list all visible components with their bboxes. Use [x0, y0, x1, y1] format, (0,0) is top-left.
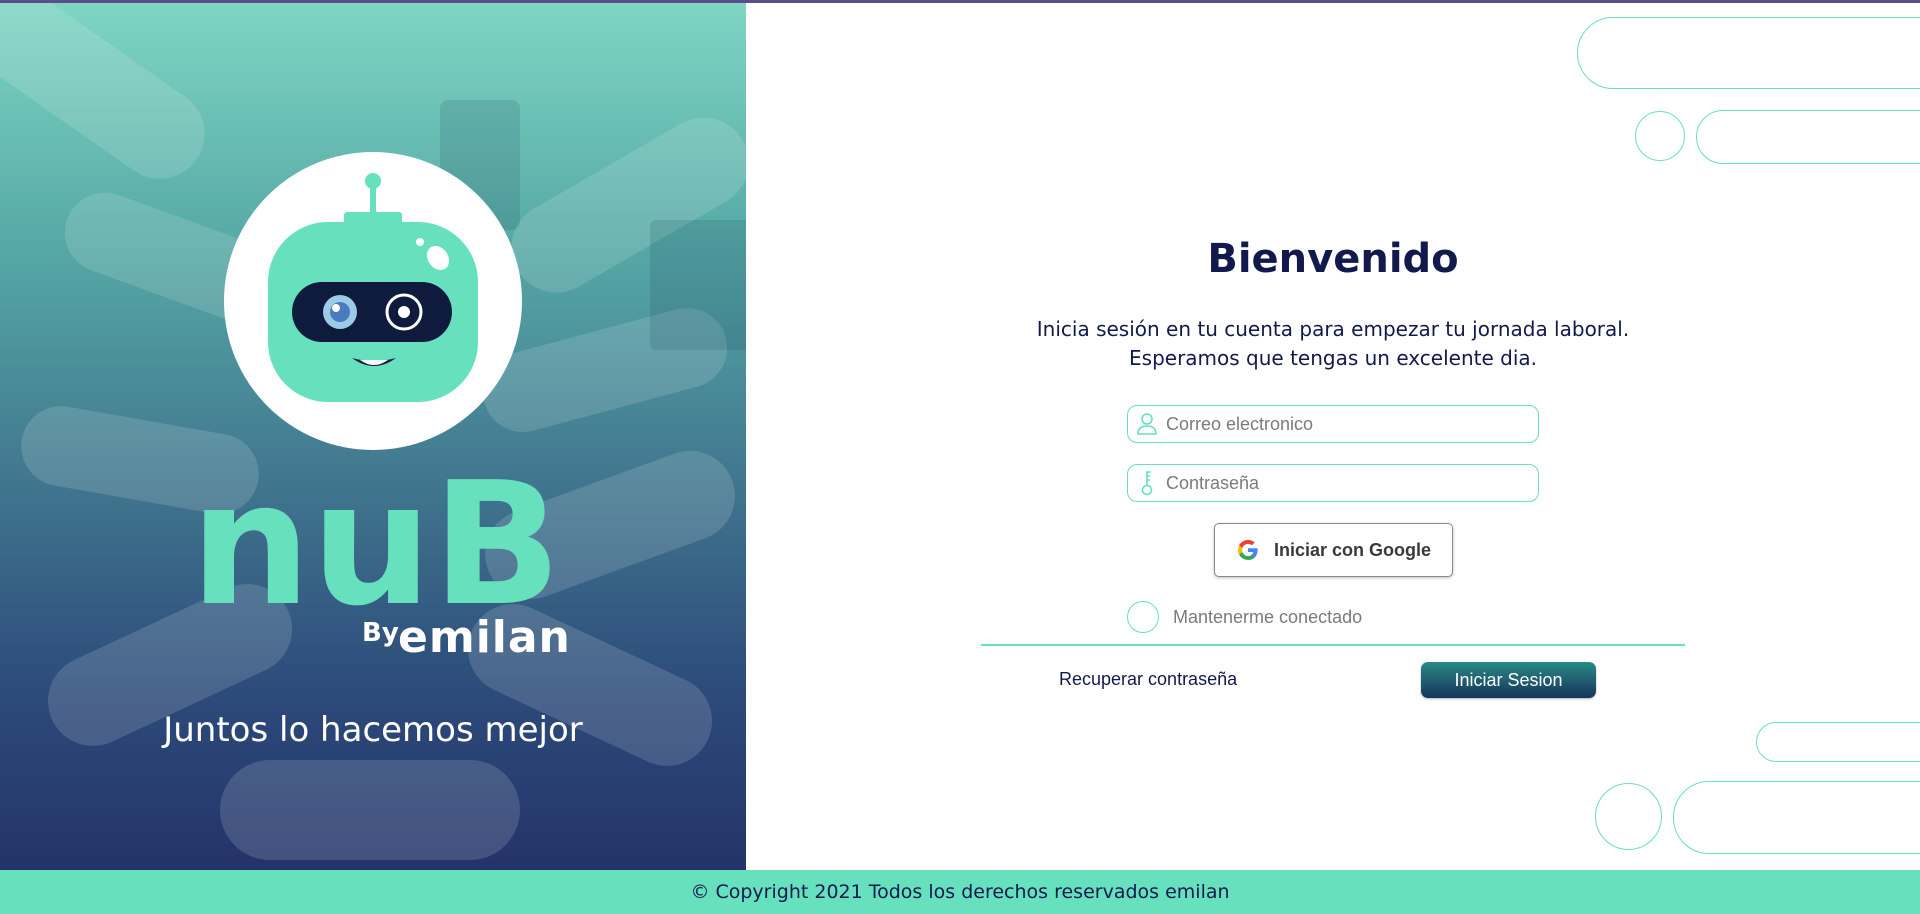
decorative-pill [1756, 722, 1920, 762]
subtitle-line: Inicia sesión en tu cuenta para empezar … [1036, 317, 1630, 341]
subtitle-line: Esperamos que tengas un excelente dia. [1129, 346, 1537, 370]
login-subtitle: Inicia sesión en tu cuenta para empezar … [1000, 315, 1666, 373]
top-accent-line [0, 0, 1920, 3]
page-title: Bienvenido [1207, 236, 1459, 282]
hero-tagline: Juntos lo hacemos mejor [163, 710, 583, 750]
key-icon [1128, 465, 1166, 501]
password-field[interactable] [1127, 464, 1539, 502]
email-field[interactable] [1127, 405, 1539, 443]
recover-password-link[interactable]: Recuperar contraseña [1059, 669, 1237, 690]
remember-label: Mantenerme conectado [1173, 606, 1363, 627]
hero-panel: nuBi By emilan Juntos lo hacemos mejor [0, 0, 746, 870]
nubi-logo: nuBi [190, 455, 560, 615]
footer-bar: © Copyright 2021 Todos los derechos rese… [0, 870, 1920, 914]
google-signin-button[interactable]: Iniciar con Google [1214, 523, 1453, 577]
decorative-pill [1577, 17, 1920, 89]
remember-me[interactable]: Mantenerme conectado [1127, 601, 1362, 633]
robot-mascot-icon [268, 173, 478, 402]
decorative-pill [1696, 110, 1920, 164]
user-icon [1128, 406, 1166, 442]
emilan-logo-text: emilan [398, 612, 571, 663]
decorative-circle [1595, 783, 1662, 850]
form-divider [981, 644, 1685, 646]
google-button-label: Iniciar con Google [1273, 539, 1432, 560]
password-input[interactable] [1166, 466, 1538, 500]
decorative-pill [1673, 781, 1920, 854]
copyright-text: © Copyright 2021 Todos los derechos rese… [690, 881, 1230, 903]
google-icon [1237, 539, 1258, 560]
mascot-circle [224, 152, 522, 450]
login-button[interactable]: Iniciar Sesion [1421, 662, 1596, 698]
brand-by-label: By [362, 618, 399, 648]
decorative-circle [1635, 111, 1685, 161]
email-input[interactable] [1166, 407, 1538, 441]
svg-text:nuBi: nuBi [190, 455, 560, 615]
remember-checkbox[interactable] [1127, 601, 1159, 633]
